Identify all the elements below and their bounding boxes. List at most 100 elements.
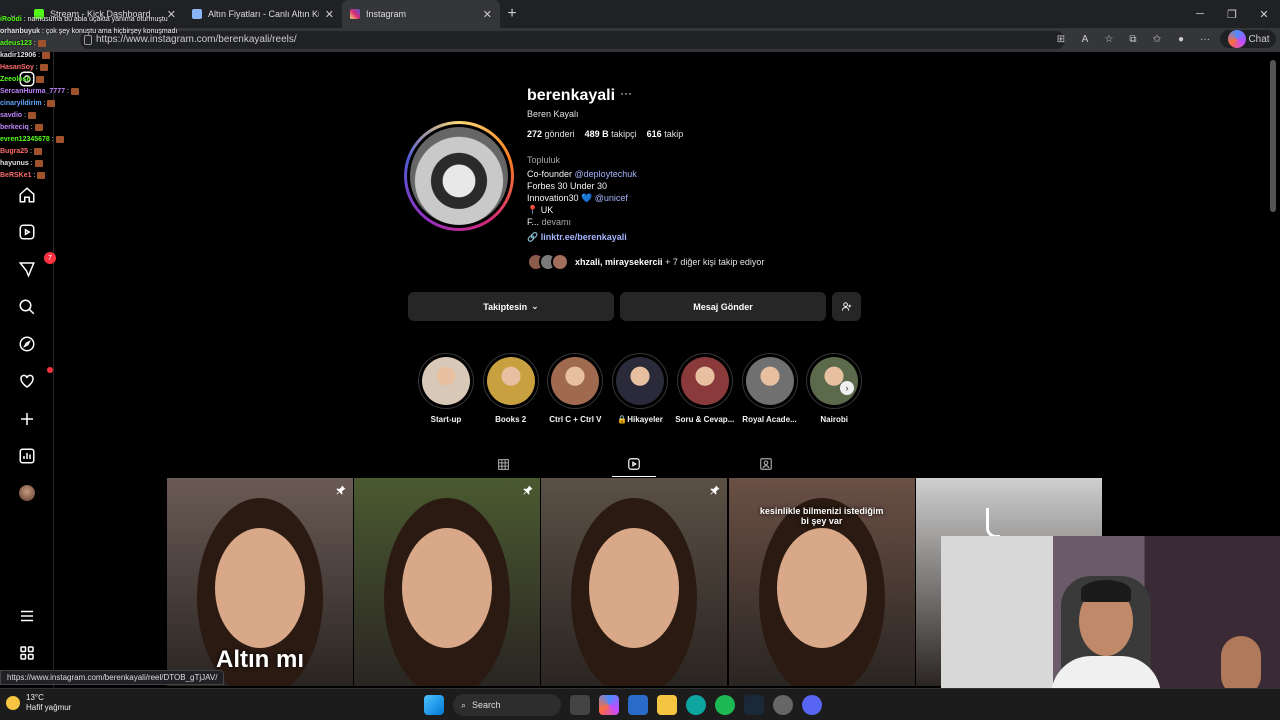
highlight-item[interactable]: Start-up: [416, 353, 476, 424]
menu-dots-icon[interactable]: ···: [1196, 30, 1214, 48]
profile-tabs: [167, 450, 1103, 478]
restore-icon[interactable]: ❐: [1216, 0, 1248, 28]
minimize-icon[interactable]: ─: [1184, 0, 1216, 28]
reel-thumbnail[interactable]: kesinlikle bilmenizi istediğim bi şey va…: [728, 478, 915, 686]
chat-username[interactable]: HasanSoy: [0, 64, 34, 71]
discord-icon[interactable]: [802, 695, 822, 715]
reel-thumbnail[interactable]: [354, 478, 541, 686]
also-from-meta-icon[interactable]: [16, 642, 38, 664]
spotify-icon[interactable]: [715, 695, 735, 715]
chat-message: adeus123 :: [0, 38, 200, 50]
highlight-item[interactable]: Books 2: [481, 353, 541, 424]
reels-icon[interactable]: [16, 221, 38, 243]
tab-instagram[interactable]: Instagram ✕: [342, 0, 500, 28]
chat-username[interactable]: cinaryildirim: [0, 100, 42, 107]
page-scrollbar[interactable]: [1270, 60, 1276, 212]
highlight-cover: [482, 353, 539, 409]
chat-username[interactable]: iRoodi: [0, 16, 22, 23]
chat-username[interactable]: orhanbuyuk: [0, 28, 40, 35]
following-button[interactable]: Takiptesin ⌄: [408, 292, 614, 321]
tab-posts[interactable]: [493, 454, 513, 474]
app-icon[interactable]: [773, 695, 793, 715]
reel-thumbnail[interactable]: [541, 478, 728, 686]
options-dots-icon[interactable]: ···: [620, 86, 632, 100]
favorites-icon[interactable]: ✩: [1148, 30, 1166, 48]
tab-reels[interactable]: [612, 454, 656, 477]
bio-mention-link[interactable]: @deploytechuk: [575, 169, 637, 179]
chat-username[interactable]: SercanHurma_7777: [0, 88, 65, 95]
following-stat[interactable]: 616 takip: [647, 129, 684, 139]
chat-username[interactable]: BeRSKe1: [0, 172, 32, 179]
tab-tagged[interactable]: [756, 454, 776, 474]
chat-emote-icon: [37, 171, 46, 179]
read-aloud-icon[interactable]: A: [1076, 30, 1094, 48]
followers-count: 489 B: [584, 129, 609, 139]
followed-by[interactable]: xhzali, miraysekercii + 7 diğer kişi tak…: [527, 253, 764, 271]
highlights-next-icon[interactable]: ›: [840, 381, 854, 395]
pin-icon: [336, 485, 346, 495]
create-icon[interactable]: [16, 408, 38, 430]
profile-picture[interactable]: [404, 121, 514, 231]
home-icon[interactable]: [16, 184, 38, 206]
chat-username[interactable]: Bugra25: [0, 148, 28, 155]
chat-username[interactable]: Zeeolose: [0, 76, 30, 83]
reel-thumbnail[interactable]: Altın mı: [167, 478, 353, 686]
posts-stat[interactable]: 272 gönderi: [527, 129, 575, 139]
chat-message: Bugra25 :: [0, 146, 200, 158]
file-explorer-icon[interactable]: [657, 695, 677, 715]
steam-icon[interactable]: [744, 695, 764, 715]
start-icon[interactable]: [424, 695, 444, 715]
profile-icon[interactable]: ●: [1172, 30, 1190, 48]
copilot-chat-button[interactable]: Chat: [1220, 30, 1276, 48]
store-icon[interactable]: [628, 695, 648, 715]
more-menu-icon[interactable]: [16, 605, 38, 627]
copilot-icon[interactable]: [599, 695, 619, 715]
highlight-item[interactable]: Royal Acade...: [740, 353, 800, 424]
suggested-users-button[interactable]: [832, 292, 861, 321]
profile-avatar[interactable]: [16, 482, 38, 504]
chat-username[interactable]: kadir12906: [0, 52, 36, 59]
edge-icon[interactable]: [686, 695, 706, 715]
chat-message: hayunus :: [0, 158, 200, 170]
search-icon[interactable]: [16, 296, 38, 318]
extensions-icon[interactable]: ⧉: [1124, 30, 1142, 48]
taskbar-search[interactable]: ⌕ Search: [453, 694, 561, 716]
close-tab-icon[interactable]: ✕: [483, 8, 492, 21]
notifications-heart-icon[interactable]: [16, 367, 53, 392]
chat-emote-icon: [47, 99, 56, 107]
chat-username[interactable]: hayunus: [0, 160, 29, 167]
chat-username[interactable]: berkeciq: [0, 124, 29, 131]
explore-icon[interactable]: [16, 333, 38, 355]
chat-username[interactable]: savdio: [0, 112, 22, 119]
task-view-icon[interactable]: [570, 695, 590, 715]
highlight-label: Royal Acade...: [742, 415, 797, 424]
highlight-item[interactable]: Ctrl C + Ctrl V: [545, 353, 605, 424]
bio-mention-link[interactable]: @unicef: [595, 193, 628, 203]
highlight-label: Ctrl C + Ctrl V: [549, 415, 602, 424]
tab-altin-fiyatlari[interactable]: Altın Fiyatları - Canlı Altın Kuru, Bu ✕: [184, 0, 342, 28]
chevron-down-icon: ⌄: [531, 301, 539, 311]
stream-chat-overlay: iRoodi : namusuma bu abla uçakta yanıma …: [0, 14, 200, 182]
close-tab-icon[interactable]: ✕: [325, 8, 334, 21]
url-field[interactable]: https://www.instagram.com/berenkayali/re…: [80, 31, 1065, 49]
profile-username: berenkayali: [527, 87, 616, 104]
bio-more-link[interactable]: devamı: [542, 217, 572, 227]
temperature: 13°C: [26, 693, 44, 702]
close-window-icon[interactable]: ✕: [1248, 0, 1280, 28]
bio-text: Forbes 30 Under 30: [527, 181, 608, 191]
dashboard-icon[interactable]: [16, 445, 38, 467]
highlight-item[interactable]: Nairobi: [804, 353, 864, 424]
profile-external-link[interactable]: 🔗 linktr.ee/berenkayali: [527, 232, 627, 243]
favorite-star-icon[interactable]: ☆: [1100, 30, 1118, 48]
new-tab-icon[interactable]: +: [500, 0, 524, 28]
chat-username[interactable]: adeus123: [0, 40, 32, 47]
messages-icon[interactable]: 7: [16, 252, 56, 280]
apps-icon[interactable]: ⊞: [1052, 30, 1070, 48]
chat-username[interactable]: evren12345678: [0, 136, 50, 143]
weather-widget[interactable]: 13°C Hafif yağmur: [6, 693, 71, 713]
send-message-button[interactable]: Mesaj Gönder: [620, 292, 826, 321]
highlight-item[interactable]: Soru & Cevap...: [675, 353, 735, 424]
chat-emote-icon: [55, 135, 64, 143]
highlight-item[interactable]: 🔒Hikayeler: [610, 353, 670, 424]
followers-stat[interactable]: 489 B takipçi: [585, 129, 637, 139]
